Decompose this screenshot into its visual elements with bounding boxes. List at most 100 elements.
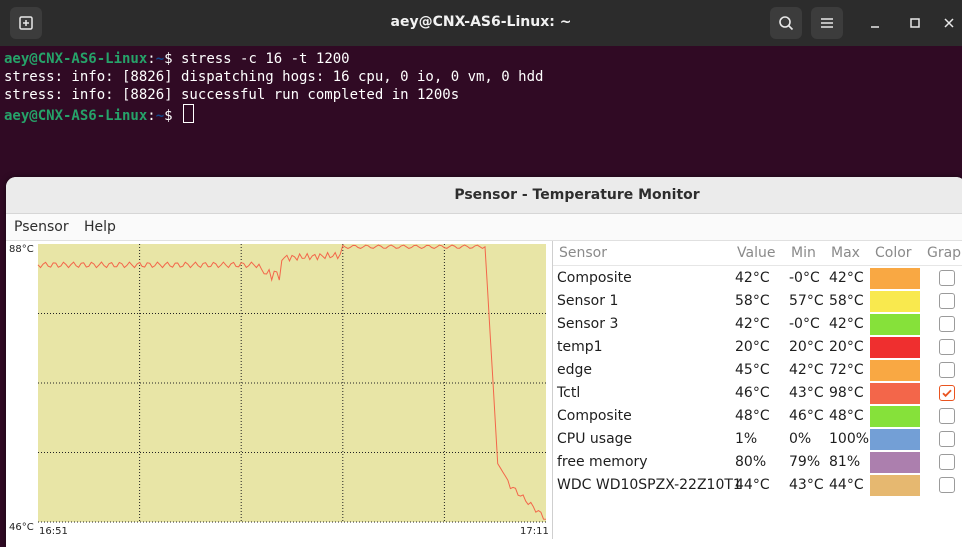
sensor-row[interactable]: WDC WD10SPZX-22Z10T1 44°C 43°C 44°C — [553, 474, 962, 497]
graph-checkbox[interactable] — [939, 477, 955, 493]
sensor-name: Tctl — [557, 385, 581, 401]
sensor-color-swatch[interactable] — [870, 268, 920, 289]
prompt-user: aey@CNX-AS6-Linux — [4, 108, 148, 124]
header-divider — [553, 265, 962, 266]
graph-checkbox[interactable] — [939, 431, 955, 447]
terminal-command-line: aey@CNX-AS6-Linux:~$ stress -c 16 -t 120… — [4, 50, 350, 68]
sensor-name: Composite — [557, 270, 632, 286]
graph-checkbox[interactable] — [939, 385, 955, 401]
sensor-color-swatch[interactable] — [870, 314, 920, 335]
terminal-prompt-line: aey@CNX-AS6-Linux:~$ — [4, 104, 195, 125]
sensor-row[interactable]: Composite 48°C 46°C 48°C — [553, 405, 962, 428]
sensor-name: WDC WD10SPZX-22Z10T1 — [557, 477, 742, 493]
sensor-max: 48°C — [829, 408, 864, 424]
terminal-cursor — [183, 104, 195, 123]
sensor-min: 46°C — [789, 408, 824, 424]
sensor-row[interactable]: temp1 20°C 20°C 20°C — [553, 336, 962, 359]
sensor-table: Sensor Value Min Max Color Graph Composi… — [552, 241, 962, 539]
graph-checkbox[interactable] — [939, 454, 955, 470]
sensor-color-swatch[interactable] — [870, 337, 920, 358]
menu-button[interactable] — [811, 7, 843, 39]
sensor-max: 98°C — [829, 385, 864, 401]
graph-checkbox[interactable] — [939, 293, 955, 309]
sensor-name: free memory — [557, 454, 648, 470]
prompt-sep: : — [147, 51, 156, 67]
sensor-row[interactable]: Sensor 1 58°C 57°C 58°C — [553, 290, 962, 313]
sensor-min: 43°C — [789, 385, 824, 401]
close-button[interactable] — [933, 7, 962, 39]
sensor-color-swatch[interactable] — [870, 452, 920, 473]
sensor-value: 46°C — [735, 385, 770, 401]
sensor-max: 20°C — [829, 339, 864, 355]
hamburger-icon — [821, 18, 833, 28]
menu-psensor[interactable]: Psensor — [14, 219, 69, 235]
header-graph[interactable]: Graph — [927, 245, 962, 261]
sensor-value: 42°C — [735, 316, 770, 332]
header-value[interactable]: Value — [737, 245, 775, 261]
sensor-min: 57°C — [789, 293, 824, 309]
sensor-min: 42°C — [789, 362, 824, 378]
sensor-name: CPU usage — [557, 431, 633, 447]
y-min-label: 46°C — [9, 522, 34, 533]
graph-checkbox[interactable] — [939, 362, 955, 378]
sensor-min: 43°C — [789, 477, 824, 493]
sensor-value: 42°C — [735, 270, 770, 286]
search-icon — [779, 16, 794, 31]
checkmark-icon — [942, 389, 952, 398]
sensor-color-swatch[interactable] — [870, 429, 920, 450]
graph-checkbox[interactable] — [939, 339, 955, 355]
sensor-row[interactable]: edge 45°C 42°C 72°C — [553, 359, 962, 382]
terminal-output-line: stress: info: [8826] dispatching hogs: 1… — [4, 69, 544, 85]
minimize-icon — [871, 26, 879, 28]
header-color[interactable]: Color — [875, 245, 912, 261]
header-max[interactable]: Max — [831, 245, 860, 261]
psensor-window: Psensor - Temperature Monitor Psensor He… — [6, 177, 962, 547]
terminal-output-line: stress: info: [8826] successful run comp… — [4, 87, 460, 103]
prompt-sep: : — [147, 108, 156, 124]
sensor-name: Sensor 1 — [557, 293, 619, 309]
sensor-max: 72°C — [829, 362, 864, 378]
sensor-min: -0°C — [789, 316, 820, 332]
graph-svg: 88°C 46°C 16:51 17:11 — [9, 244, 549, 537]
sensor-max: 42°C — [829, 270, 864, 286]
sensor-color-swatch[interactable] — [870, 360, 920, 381]
sensor-max: 42°C — [829, 316, 864, 332]
sensor-name: temp1 — [557, 339, 603, 355]
minimize-button[interactable] — [859, 7, 891, 39]
sensor-color-swatch[interactable] — [870, 406, 920, 427]
header-min[interactable]: Min — [791, 245, 816, 261]
sensor-max: 44°C — [829, 477, 864, 493]
sensor-row[interactable]: free memory 80% 79% 81% — [553, 451, 962, 474]
sensor-color-swatch[interactable] — [870, 383, 920, 404]
prompt-path: ~ — [155, 108, 165, 124]
sensor-color-swatch[interactable] — [870, 291, 920, 312]
sensor-min: 20°C — [789, 339, 824, 355]
sensor-row[interactable]: Composite 42°C -0°C 42°C — [553, 267, 962, 290]
prompt-dollar: $ — [164, 51, 182, 67]
sensor-color-swatch[interactable] — [870, 475, 920, 496]
header-sensor[interactable]: Sensor — [559, 245, 607, 261]
sensor-value: 48°C — [735, 408, 770, 424]
prompt-user: aey@CNX-AS6-Linux — [4, 51, 148, 67]
sensor-row[interactable]: Tctl 46°C 43°C 98°C — [553, 382, 962, 405]
search-button[interactable] — [770, 7, 802, 39]
sensor-max: 81% — [829, 454, 861, 470]
sensor-value: 1% — [735, 431, 758, 447]
graph-checkbox[interactable] — [939, 408, 955, 424]
close-icon — [944, 18, 954, 28]
prompt-dollar: $ — [164, 108, 182, 124]
sensor-min: 79% — [789, 454, 821, 470]
psensor-titlebar[interactable]: Psensor - Temperature Monitor — [6, 177, 962, 214]
graph-checkbox[interactable] — [939, 316, 955, 332]
graph-checkbox[interactable] — [939, 270, 955, 286]
sensor-name: Sensor 3 — [557, 316, 619, 332]
sensor-row[interactable]: Sensor 3 42°C -0°C 42°C — [553, 313, 962, 336]
sensor-row[interactable]: CPU usage 1% 0% 100% — [553, 428, 962, 451]
y-max-label: 88°C — [9, 244, 34, 255]
psensor-menubar: Psensor Help — [6, 214, 962, 241]
sensor-value: 58°C — [735, 293, 770, 309]
sensor-value: 80% — [735, 454, 767, 470]
maximize-button[interactable] — [899, 7, 931, 39]
menu-help[interactable]: Help — [84, 219, 116, 235]
x-end-label: 17:11 — [520, 526, 549, 537]
